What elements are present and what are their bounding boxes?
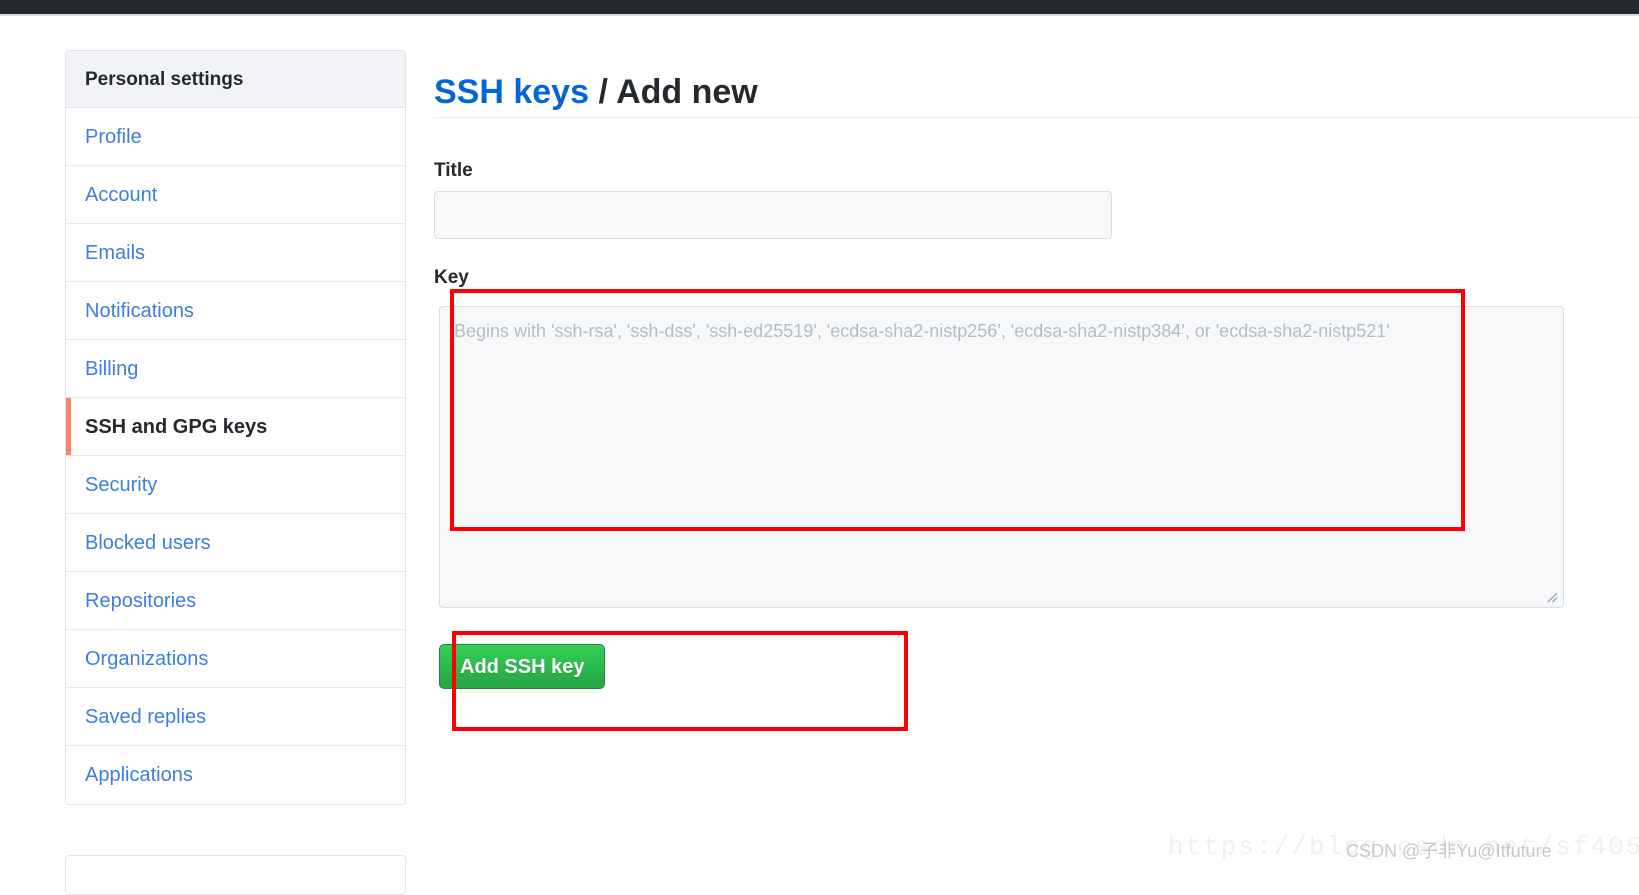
sidebar-item-security[interactable]: Security bbox=[66, 456, 405, 514]
secondary-sidebar-panel bbox=[65, 855, 406, 895]
sidebar-item-label: Blocked users bbox=[85, 532, 211, 554]
sidebar-item-account[interactable]: Account bbox=[66, 166, 405, 224]
sidebar-item-label: Profile bbox=[85, 126, 142, 148]
sidebar-item-label: Applications bbox=[85, 764, 193, 786]
title-input[interactable] bbox=[434, 190, 1112, 239]
sidebar-item-blocked-users[interactable]: Blocked users bbox=[66, 514, 405, 572]
settings-page: Personal settings Profile Account Emails… bbox=[0, 16, 1639, 895]
sidebar-item-label: Repositories bbox=[85, 590, 197, 612]
key-textarea[interactable] bbox=[439, 306, 1564, 608]
sidebar-item-label: Organizations bbox=[85, 648, 209, 670]
sidebar-item-label: SSH and GPG keys bbox=[85, 416, 268, 438]
watermark-url: https://blog.csdn.net/sf4053 bbox=[1168, 832, 1639, 862]
sidebar-item-label: Account bbox=[85, 184, 158, 206]
page-title: SSH keys / Add new bbox=[434, 73, 1564, 128]
breadcrumb-current: / Add new bbox=[589, 72, 758, 111]
key-field-label: Key bbox=[434, 267, 469, 288]
sidebar-item-repositories[interactable]: Repositories bbox=[66, 572, 405, 630]
sidebar-item-applications[interactable]: Applications bbox=[66, 746, 405, 804]
sidebar-item-saved-replies[interactable]: Saved replies bbox=[66, 688, 405, 746]
title-field-label: Title bbox=[434, 159, 473, 181]
sidebar-item-label: Notifications bbox=[85, 300, 194, 322]
sidebar-item-billing[interactable]: Billing bbox=[66, 340, 405, 398]
sidebar-header: Personal settings bbox=[66, 51, 405, 108]
sidebar-item-ssh-and-gpg-keys[interactable]: SSH and GPG keys bbox=[66, 398, 405, 456]
sidebar-item-profile[interactable]: Profile bbox=[66, 108, 405, 166]
watermark-credit: CSDN @子非Yu@Itfuture bbox=[1346, 841, 1552, 861]
sidebar-item-emails[interactable]: Emails bbox=[66, 224, 405, 282]
global-header-bar bbox=[0, 0, 1639, 14]
personal-settings-sidebar: Personal settings Profile Account Emails… bbox=[65, 50, 406, 805]
sidebar-item-label: Emails bbox=[85, 242, 146, 264]
sidebar-item-label: Security bbox=[85, 474, 158, 496]
add-ssh-key-button[interactable]: Add SSH key bbox=[439, 644, 606, 689]
sidebar-item-notifications[interactable]: Notifications bbox=[66, 282, 405, 340]
breadcrumb-ssh-keys-link[interactable]: SSH keys bbox=[434, 73, 589, 111]
sidebar-item-label: Billing bbox=[85, 358, 139, 380]
main-content: SSH keys / Add new Title bbox=[434, 50, 1564, 239]
sidebar-item-organizations[interactable]: Organizations bbox=[66, 630, 405, 688]
sidebar-item-label: Saved replies bbox=[85, 706, 207, 728]
